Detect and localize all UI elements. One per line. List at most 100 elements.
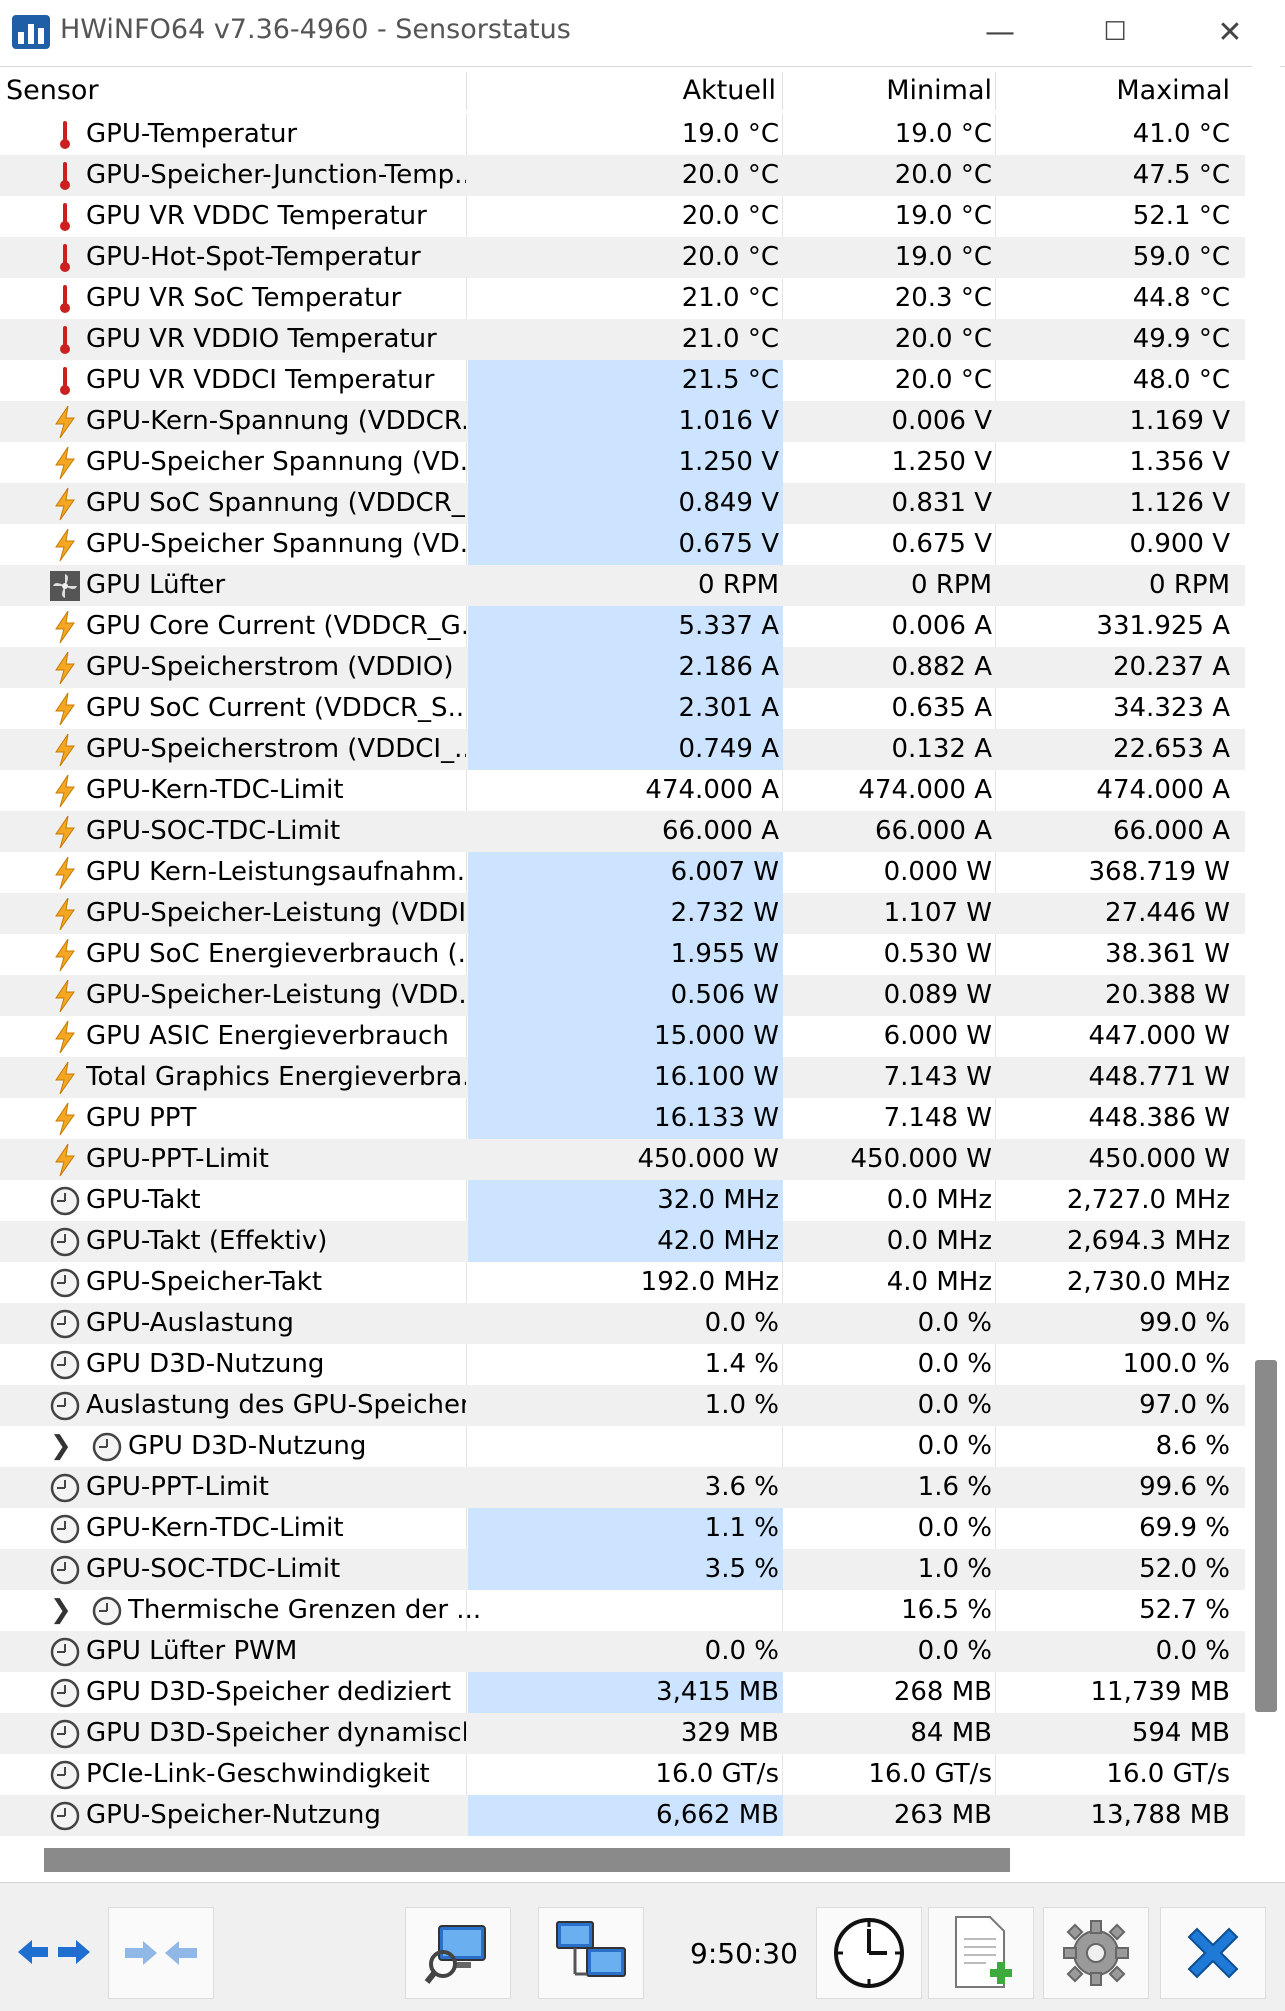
sensor-row[interactable]: GPU-Takt (Effektiv) 42.0 MHz 0.0 MHz 2,694.… — [0, 1221, 1245, 1262]
column-header-sensor[interactable]: Sensor — [6, 68, 99, 114]
column-header-maximum[interactable]: Maximal — [998, 68, 1230, 114]
clock-reset-button[interactable] — [816, 1907, 922, 1999]
minimum-value: 0.831 V — [891, 488, 992, 518]
sensor-row[interactable]: GPU-Kern-Spannung (VDDCR... 1.016 V 0.006 … — [0, 401, 1245, 442]
minimum-value: 0.675 V — [891, 529, 992, 559]
sensor-row[interactable]: Auslastung des GPU-Speicher... 1.0 % 0.0 %… — [0, 1385, 1245, 1426]
maximum-value: 49.9 °C — [1132, 324, 1230, 354]
maximum-value: 1.126 V — [1129, 488, 1230, 518]
sensor-row[interactable]: GPU-PPT-Limit 3.6 % 1.6 % 99.6 % — [0, 1467, 1245, 1508]
minimize-button[interactable]: — — [970, 10, 1030, 54]
thermometer-icon — [48, 364, 82, 398]
minimum-value: 474.000 A — [858, 775, 992, 805]
sensor-row[interactable]: GPU-PPT-Limit 450.000 W 450.000 W 450.000 W — [0, 1139, 1245, 1180]
sensor-row[interactable]: GPU-Speicher Spannung (VD... 1.250 V 1.250… — [0, 442, 1245, 483]
lightning-icon — [48, 692, 82, 726]
sensor-row[interactable]: GPU D3D-Speicher dediziert 3,415 MB 268 MB… — [0, 1672, 1245, 1713]
title-bar[interactable]: HWiNFO64 v7.36-4960 - Sensorstatus — ☐ ✕ — [0, 0, 1285, 67]
chevron-right-icon[interactable]: ❯ — [50, 1430, 74, 1462]
sensor-row[interactable]: GPU SoC Spannung (VDDCR_... 0.849 V 0.831 … — [0, 483, 1245, 524]
clock-icon — [48, 1676, 82, 1710]
sensor-row[interactable]: GPU SoC Current (VDDCR_S... 2.301 A 0.635 … — [0, 688, 1245, 729]
current-value: 15.000 W — [654, 1021, 779, 1051]
minimum-value: 19.0 °C — [894, 201, 992, 231]
sensor-row[interactable]: GPU-Temperatur 19.0 °C 19.0 °C 41.0 °C — [0, 114, 1245, 155]
sensor-name: GPU-Kern-TDC-Limit — [86, 1513, 344, 1543]
sensor-row[interactable]: GPU-Kern-TDC-Limit 1.1 % 0.0 % 69.9 % — [0, 1508, 1245, 1549]
sensor-row[interactable]: GPU VR VDDCI Temperatur 21.5 °C 20.0 °C 48.… — [0, 360, 1245, 401]
minimum-value: 1.6 % — [917, 1472, 992, 1502]
sensor-row[interactable]: GPU D3D-Nutzung 1.4 % 0.0 % 100.0 % — [0, 1344, 1245, 1385]
column-header-minimum[interactable]: Minimal — [786, 68, 992, 114]
sensor-row[interactable]: GPU VR SoC Temperatur 21.0 °C 20.3 °C 44.8 … — [0, 278, 1245, 319]
column-divider[interactable] — [782, 72, 783, 110]
sensor-row[interactable]: GPU ASIC Energieverbrauch 15.000 W 6.000 W… — [0, 1016, 1245, 1057]
current-value: 192.0 MHz — [640, 1267, 779, 1297]
sensor-row[interactable]: GPU Core Current (VDDCR_G... 5.337 A 0.006… — [0, 606, 1245, 647]
sensor-name: GPU-Kern-Spannung (VDDCR... — [86, 406, 466, 436]
sensor-name: GPU-Hot-Spot-Temperatur — [86, 242, 421, 272]
sensor-row[interactable]: GPU PPT 16.133 W 7.148 W 448.386 W — [0, 1098, 1245, 1139]
clock-icon — [834, 1918, 904, 1988]
sensor-row[interactable]: GPU-Hot-Spot-Temperatur 20.0 °C 19.0 °C 59.… — [0, 237, 1245, 278]
maximum-value: 97.0 % — [1139, 1390, 1230, 1420]
sensor-row[interactable]: GPU-Speicher-Leistung (VDDI... 2.732 W 1.1… — [0, 893, 1245, 934]
sensor-row[interactable]: Total Graphics Energieverbra... 16.100 W 7… — [0, 1057, 1245, 1098]
sensor-row[interactable]: GPU-Speicherstrom (VDDIO) 2.186 A 0.882 A 2… — [0, 647, 1245, 688]
navigate-arrows-button[interactable] — [2, 1907, 106, 1997]
sensor-row[interactable]: GPU Lüfter PWM 0.0 % 0.0 % 0.0 % — [0, 1631, 1245, 1672]
thermometer-icon — [48, 323, 82, 357]
close-button[interactable]: ✕ — [1200, 10, 1260, 54]
sensor-row[interactable]: GPU-Speicher-Junction-Temp... 20.0 °C 20.0… — [0, 155, 1245, 196]
sensor-name: GPU Lüfter PWM — [86, 1636, 298, 1666]
lightning-icon — [48, 651, 82, 685]
sensor-row[interactable]: GPU-Takt 32.0 MHz 0.0 MHz 2,727.0 MHz — [0, 1180, 1245, 1221]
sensor-row[interactable]: GPU SoC Energieverbrauch (... 1.955 W 0.53… — [0, 934, 1245, 975]
sensor-row[interactable]: GPU-Speicher-Takt 192.0 MHz 4.0 MHz 2,730.0… — [0, 1262, 1245, 1303]
sensor-row[interactable]: GPU-SOC-TDC-Limit 66.000 A 66.000 A 66.000 … — [0, 811, 1245, 852]
current-value: 1.016 V — [678, 406, 779, 436]
sensor-row[interactable]: GPU VR VDDIO Temperatur 21.0 °C 20.0 °C 49.… — [0, 319, 1245, 360]
sensor-row[interactable]: GPU-Speicher-Leistung (VDD... 0.506 W 0.08… — [0, 975, 1245, 1016]
log-file-button[interactable] — [928, 1907, 1034, 1999]
sensor-row[interactable]: GPU-Kern-TDC-Limit 474.000 A 474.000 A 474.… — [0, 770, 1245, 811]
sensor-search-button[interactable] — [405, 1907, 511, 1999]
maximize-button[interactable]: ☐ — [1085, 10, 1145, 54]
current-value: 1.1 % — [704, 1513, 779, 1543]
sensor-row[interactable]: GPU Kern-Leistungsaufnahm... 6.007 W 0.000… — [0, 852, 1245, 893]
settings-button[interactable] — [1043, 1907, 1149, 1999]
current-value: 6.007 W — [670, 857, 779, 887]
sensor-name: GPU PPT — [86, 1103, 197, 1133]
column-header-current[interactable]: Aktuell — [470, 68, 776, 114]
sensor-row[interactable]: GPU VR VDDC Temperatur 20.0 °C 19.0 °C 52.1… — [0, 196, 1245, 237]
chevron-right-icon[interactable]: ❯ — [50, 1594, 74, 1626]
sensor-row[interactable]: GPU D3D-Speicher dynamisch 329 MB 84 MB 594… — [0, 1713, 1245, 1754]
monitor-magnifier-icon — [424, 1925, 486, 1984]
current-value: 0.849 V — [678, 488, 779, 518]
sensor-row[interactable]: GPU-SOC-TDC-Limit 3.5 % 1.0 % 52.0 % — [0, 1549, 1245, 1590]
sensor-row[interactable]: PCIe-Link-Geschwindigkeit 16.0 GT/s 16.0 G… — [0, 1754, 1245, 1795]
current-value: 329 MB — [680, 1718, 779, 1748]
column-divider[interactable] — [466, 72, 467, 110]
clock-icon — [48, 1717, 82, 1751]
hwinfo-window: HWiNFO64 v7.36-4960 - Sensorstatus — ☐ ✕… — [0, 0, 1285, 2011]
sensor-row[interactable]: GPU Lüfter 0 RPM 0 RPM 0 RPM — [0, 565, 1245, 606]
sensor-row[interactable]: GPU-Auslastung 0.0 % 0.0 % 99.0 % — [0, 1303, 1245, 1344]
maximum-value: 450.000 W — [1088, 1144, 1231, 1174]
sensor-row[interactable]: ❯ GPU D3D-Nutzung 0.0 % 8.6 % — [0, 1426, 1245, 1467]
exit-button[interactable] — [1160, 1907, 1266, 1999]
vertical-scrollbar-thumb[interactable] — [1255, 1360, 1277, 1712]
minimum-value: 6.000 W — [883, 1021, 992, 1051]
horizontal-scrollbar-thumb[interactable] — [44, 1848, 1010, 1872]
sensor-name: GPU-Speicher-Nutzung — [86, 1800, 381, 1830]
current-value: 0.675 V — [678, 529, 779, 559]
sensor-name: Total Graphics Energieverbra... — [86, 1062, 466, 1092]
sensor-row[interactable]: GPU-Speicher-Nutzung 6,662 MB 263 MB 13,788… — [0, 1795, 1245, 1836]
sensor-row[interactable]: GPU-Speicherstrom (VDDCI_... 0.749 A 0.132… — [0, 729, 1245, 770]
network-button[interactable] — [538, 1907, 644, 1999]
sensor-row[interactable]: GPU-Speicher Spannung (VD... 0.675 V 0.675… — [0, 524, 1245, 565]
sensor-name: GPU D3D-Speicher dynamisch — [86, 1718, 466, 1748]
sensor-row[interactable]: ❯ Thermische Grenzen der ... 16.5 % 52.7 % — [0, 1590, 1245, 1631]
column-divider[interactable] — [995, 72, 996, 110]
collapse-arrows-button[interactable] — [108, 1907, 214, 1999]
